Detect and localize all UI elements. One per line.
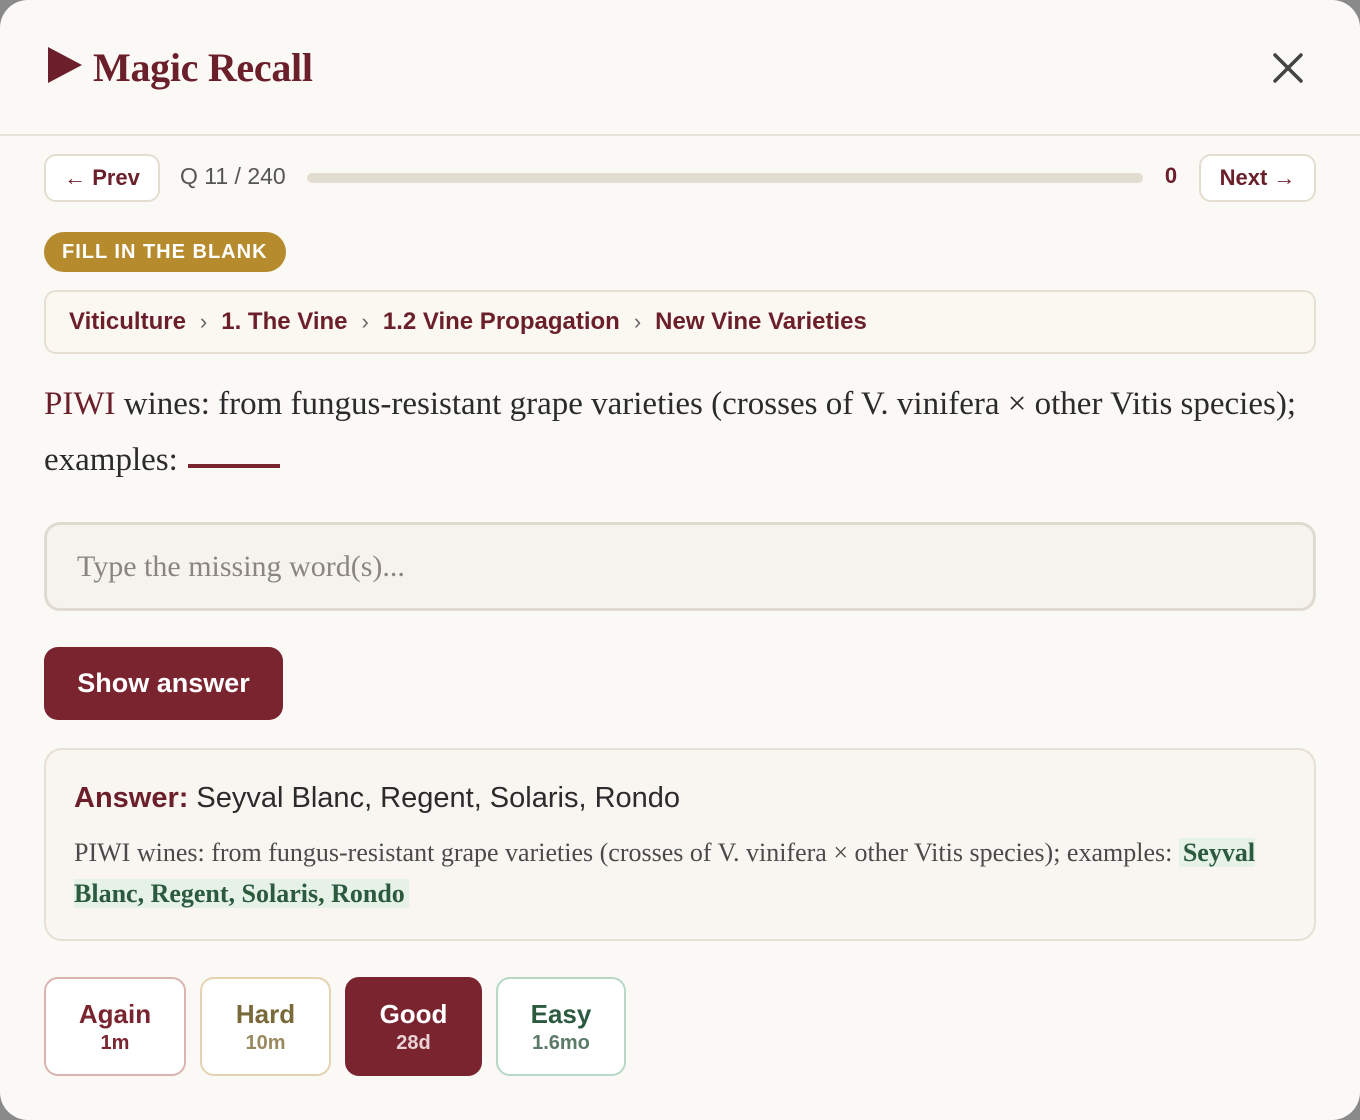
breadcrumb-item-new-vine-varieties[interactable]: New Vine Varieties (655, 308, 867, 336)
rate-interval: 10m (245, 1032, 286, 1054)
answer-context-text: PIWI wines: from fungus-resistant grape … (74, 838, 1179, 867)
question-type-badge: FILL IN THE BLANK (44, 232, 286, 272)
answer-input[interactable] (44, 522, 1316, 611)
blank-placeholder (187, 464, 280, 469)
score-count: 0 (1164, 163, 1178, 188)
rate-label: Hard (235, 999, 296, 1029)
breadcrumb-item-the-vine[interactable]: 1. The Vine (221, 308, 347, 336)
close-button[interactable] (1266, 46, 1310, 90)
chevron-right-icon: › (199, 309, 208, 334)
next-button[interactable]: Next → (1199, 154, 1316, 202)
breadcrumb-item-vine-propagation[interactable]: 1.2 Vine Propagation (383, 308, 620, 336)
prev-button[interactable]: ← Prev (44, 154, 160, 202)
rate-interval: 1.6mo (532, 1032, 590, 1054)
rate-label: Again (78, 999, 152, 1029)
rate-easy-button[interactable]: Easy 1.6mo (496, 977, 626, 1076)
progress-bar (307, 173, 1143, 183)
rate-label: Easy (530, 999, 592, 1029)
rate-good-button[interactable]: Good 28d (345, 977, 482, 1076)
answer-panel: Answer: Seyval Blanc, Regent, Solaris, Ro… (44, 748, 1316, 941)
breadcrumb-item-viticulture[interactable]: Viticulture (69, 308, 186, 336)
play-triangle-icon (48, 47, 82, 83)
breadcrumb: Viticulture › 1. The Vine › 1.2 Vine Pro… (44, 290, 1316, 354)
recall-modal: Magic Recall ← Prev Q 11 / 240 0 Next → … (0, 0, 1360, 1120)
rate-interval: 28d (396, 1032, 431, 1054)
answer-line: Answer: Seyval Blanc, Regent, Solaris, Ro… (74, 778, 1286, 818)
question-term: PIWI (44, 386, 116, 422)
rate-label: Good (379, 999, 448, 1029)
answer-label: Answer: (74, 782, 189, 814)
show-answer-button[interactable]: Show answer (44, 647, 283, 720)
question-counter: Q 11 / 240 (180, 163, 286, 189)
rate-again-button[interactable]: Again 1m (44, 977, 186, 1076)
modal-header: Magic Recall (0, 0, 1360, 136)
app-title: Magic Recall (93, 45, 313, 90)
answer-value: Seyval Blanc, Regent, Solaris, Rondo (196, 782, 681, 814)
answer-context: PIWI wines: from fungus-resistant grape … (74, 832, 1286, 914)
chevron-right-icon: › (633, 309, 642, 334)
close-icon (1273, 53, 1303, 83)
rate-interval: 1m (100, 1032, 130, 1054)
question-text: PIWI wines: from fungus-resistant grape … (44, 376, 1324, 488)
rate-hard-button[interactable]: Hard 10m (200, 977, 331, 1076)
chevron-right-icon: › (361, 309, 369, 334)
